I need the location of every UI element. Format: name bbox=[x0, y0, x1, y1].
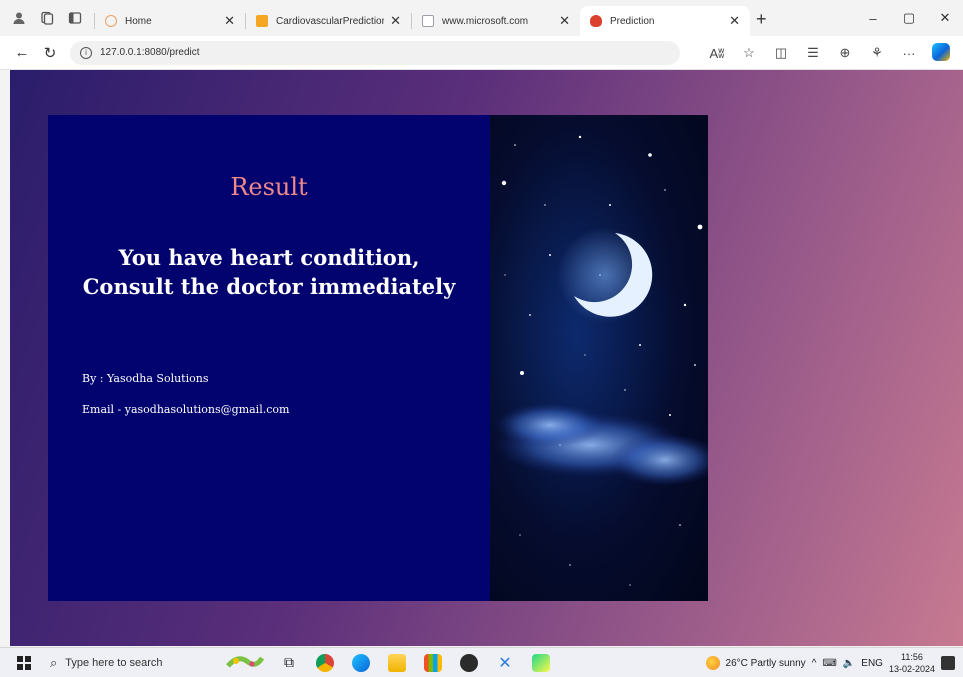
tab-label: Prediction bbox=[610, 15, 655, 27]
refresh-button[interactable]: ↻ bbox=[36, 44, 64, 62]
search-placeholder: Type here to search bbox=[65, 656, 163, 669]
copilot-button[interactable] bbox=[925, 42, 957, 64]
search-icon: ⌕ bbox=[50, 654, 58, 670]
back-button[interactable]: ← bbox=[8, 44, 36, 61]
window-controls: – ▢ ✕ bbox=[855, 0, 963, 36]
favorite-star-icon[interactable]: ☆ bbox=[733, 45, 765, 61]
network-icon[interactable]: ⌨ bbox=[822, 658, 836, 669]
site-info-icon[interactable]: i bbox=[80, 46, 92, 59]
close-tab-icon[interactable]: ✕ bbox=[729, 13, 740, 29]
byline: By : Yasodha Solutions bbox=[82, 372, 209, 385]
copilot-icon bbox=[932, 42, 950, 61]
taskbar: ⌕ Type here to search ⧉ ✕ 26°C Partly su… bbox=[0, 647, 963, 677]
url-text: 127.0.0.1:8080/predict bbox=[100, 47, 200, 58]
tab-cardiovascular-prediction[interactable]: CardiovascularPrediction ✕ bbox=[246, 6, 411, 36]
volume-icon[interactable]: 🔈 bbox=[843, 658, 855, 669]
result-title: Result bbox=[230, 173, 308, 201]
stars bbox=[501, 135, 703, 586]
tab-home[interactable]: Home ✕ bbox=[95, 6, 245, 36]
tab-microsoft[interactable]: www.microsoft.com ✕ bbox=[412, 6, 580, 36]
clock-date: 13-02-2024 bbox=[888, 664, 935, 674]
toolbar-actions: Aʬ ☆ ◫ ☰ ⊕ ⚘ ··· bbox=[701, 36, 957, 70]
maximize-button[interactable]: ▢ bbox=[891, 10, 927, 26]
read-aloud-icon[interactable]: Aʬ bbox=[701, 46, 733, 61]
workspaces-icon[interactable] bbox=[38, 9, 56, 27]
minimize-button[interactable]: – bbox=[855, 11, 891, 26]
file-explorer-icon[interactable] bbox=[382, 652, 412, 674]
close-window-button[interactable]: ✕ bbox=[927, 10, 963, 26]
document-favicon-icon bbox=[422, 15, 434, 27]
tab-actions-icon[interactable] bbox=[66, 9, 84, 27]
weather-text[interactable]: 26°C Partly sunny bbox=[726, 658, 806, 669]
taskbar-search[interactable]: ⌕ Type here to search bbox=[44, 648, 214, 677]
edge-icon[interactable] bbox=[346, 652, 376, 674]
favorites-icon[interactable]: ☰ bbox=[797, 45, 829, 61]
windows-logo-icon bbox=[17, 655, 31, 670]
language-indicator[interactable]: ENG bbox=[861, 658, 883, 669]
store-icon[interactable] bbox=[418, 652, 448, 674]
notifications-icon[interactable] bbox=[941, 656, 955, 670]
heart-favicon-icon bbox=[590, 15, 602, 27]
close-tab-icon[interactable]: ✕ bbox=[224, 13, 235, 29]
extensions-icon[interactable]: ⚘ bbox=[861, 45, 893, 61]
tab-label: www.microsoft.com bbox=[442, 15, 529, 27]
result-panel: Result You have heart condition, Consult… bbox=[48, 115, 490, 601]
chevron-up-icon[interactable]: ^ bbox=[812, 658, 817, 669]
close-tab-icon[interactable]: ✕ bbox=[559, 13, 570, 29]
close-tab-icon[interactable]: ✕ bbox=[390, 13, 401, 29]
festive-search-highlight-icon[interactable] bbox=[220, 652, 268, 674]
start-button[interactable] bbox=[10, 655, 38, 670]
url-field[interactable]: i 127.0.0.1:8080/predict bbox=[70, 40, 680, 65]
pycharm-icon[interactable] bbox=[526, 652, 556, 674]
page-favicon-icon bbox=[256, 15, 268, 27]
night-sky-image bbox=[490, 115, 708, 601]
task-view-icon[interactable]: ⧉ bbox=[274, 652, 304, 674]
tab-prediction[interactable]: Prediction ✕ bbox=[580, 6, 750, 36]
address-bar-row: ← ↻ i 127.0.0.1:8080/predict Aʬ ☆ ◫ ☰ ⊕ … bbox=[0, 36, 963, 70]
result-message: You have heart condition, Consult the do… bbox=[82, 245, 456, 299]
tab-strip: Home ✕ CardiovascularPrediction ✕ www.mi… bbox=[0, 0, 963, 36]
clock-time: 11:56 bbox=[901, 652, 923, 662]
contact-email: Email - yasodhasolutions@gmail.com bbox=[82, 403, 290, 416]
home-favicon-icon bbox=[105, 15, 117, 27]
clock[interactable]: 11:56 13-02-2024 bbox=[889, 651, 935, 675]
cloud bbox=[495, 403, 605, 447]
page-background: Result You have heart condition, Consult… bbox=[10, 70, 963, 646]
collections-icon[interactable]: ⊕ bbox=[829, 45, 861, 61]
night-sky-illustration bbox=[495, 135, 708, 586]
tools-icon[interactable]: ✕ bbox=[490, 652, 520, 674]
app-icon[interactable] bbox=[454, 652, 484, 674]
new-tab-button[interactable]: + bbox=[756, 9, 767, 30]
profile-icon[interactable] bbox=[10, 9, 28, 27]
split-screen-icon[interactable]: ◫ bbox=[765, 45, 797, 61]
tab-label: Home bbox=[125, 15, 152, 27]
more-options-icon[interactable]: ··· bbox=[893, 46, 925, 61]
system-tray: 26°C Partly sunny ^ ⌨ 🔈 ENG 11:56 13-02-… bbox=[700, 648, 955, 677]
result-card: Result You have heart condition, Consult… bbox=[48, 115, 708, 601]
tab-label: CardiovascularPrediction bbox=[276, 15, 385, 27]
chrome-icon[interactable] bbox=[310, 652, 340, 674]
weather-icon[interactable] bbox=[705, 656, 720, 670]
